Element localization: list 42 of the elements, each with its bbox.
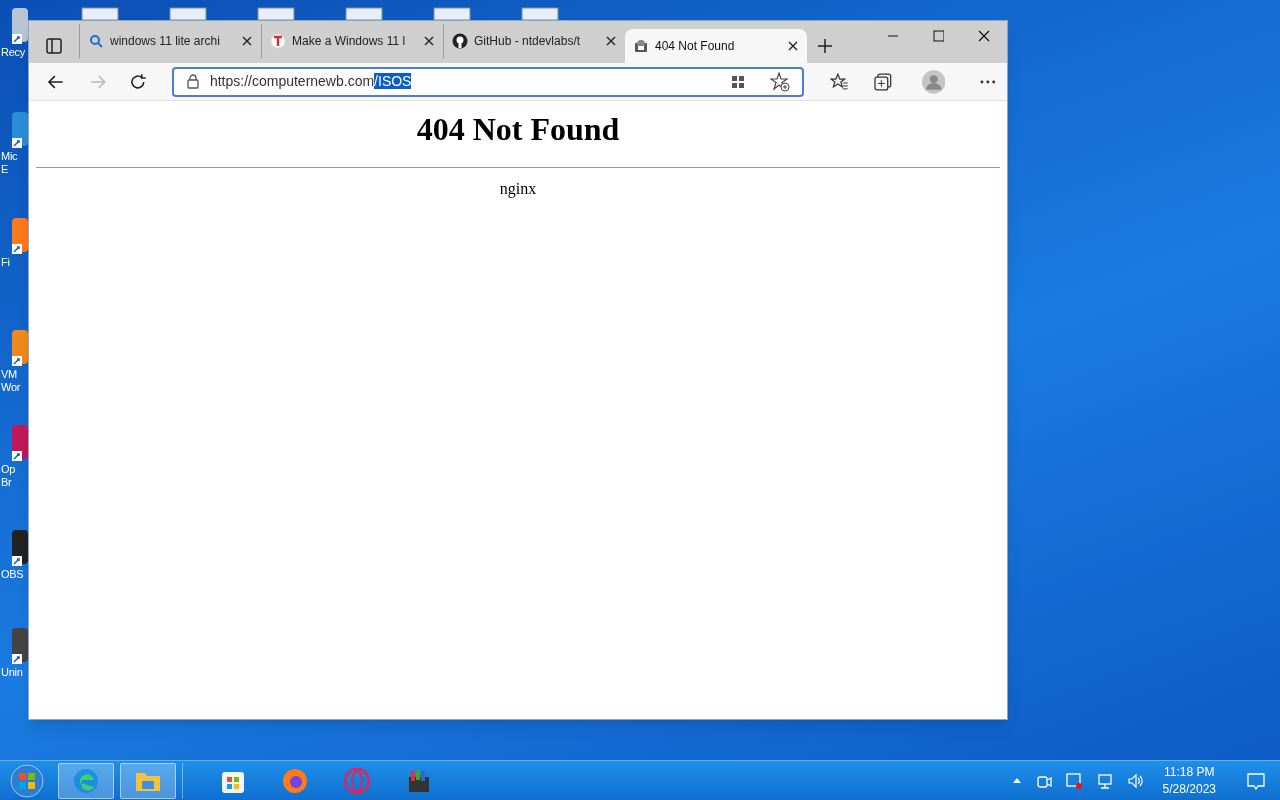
volume-icon[interactable] [1126,772,1143,789]
browser-icon [72,766,100,795]
icon-label: VM Wor [1,368,21,394]
close-icon[interactable] [978,30,990,42]
close-icon[interactable] [423,35,435,47]
browser-tab[interactable]: 404 Not Found [625,29,807,63]
icon-label: Unin [1,666,23,679]
notifications-icon[interactable] [1246,771,1266,790]
letter-icon [270,33,286,49]
add-favorite-icon[interactable] [769,71,790,92]
browser-tab[interactable]: GitHub - ntdevlabs/t [443,24,625,58]
more-icon[interactable] [979,78,997,85]
favorites-icon[interactable] [829,72,849,91]
search-icon [88,33,104,49]
ring-icon [343,766,371,795]
clock-date[interactable]: 5/28/2023 [1162,780,1216,798]
grid-icon[interactable] [729,73,746,90]
start-button[interactable] [10,763,44,798]
maximize-icon[interactable] [932,30,944,42]
refresh-icon[interactable] [130,72,148,91]
icon-label: Mic E [1,150,18,176]
tray-app-icon[interactable] [1065,772,1083,789]
clock-time[interactable]: 11:18 PM [1164,763,1215,781]
icon-label: OBS [1,568,24,581]
icon-label: Recy [1,46,25,59]
network-icon[interactable] [1096,772,1113,789]
plus-icon[interactable] [817,38,833,54]
lock-icon[interactable] [185,74,200,89]
icon-label: Fi [1,256,10,269]
browser-tab[interactable]: windows 11 lite archi [79,24,261,58]
page-heading: 404 Not Found [416,110,620,149]
browser-tab[interactable]: Make a Windows 11 l [261,24,443,58]
close-icon[interactable] [241,35,253,47]
close-icon[interactable] [787,40,799,52]
server-name: nginx [499,179,537,200]
icon-label: Op Br [1,463,16,489]
profile-icon[interactable] [921,69,946,94]
collections-icon[interactable] [874,72,892,91]
show-hidden-icon[interactable] [1011,777,1022,784]
close-icon[interactable] [605,35,617,47]
tab-actions-icon[interactable] [45,37,63,55]
fox-icon [281,766,309,795]
